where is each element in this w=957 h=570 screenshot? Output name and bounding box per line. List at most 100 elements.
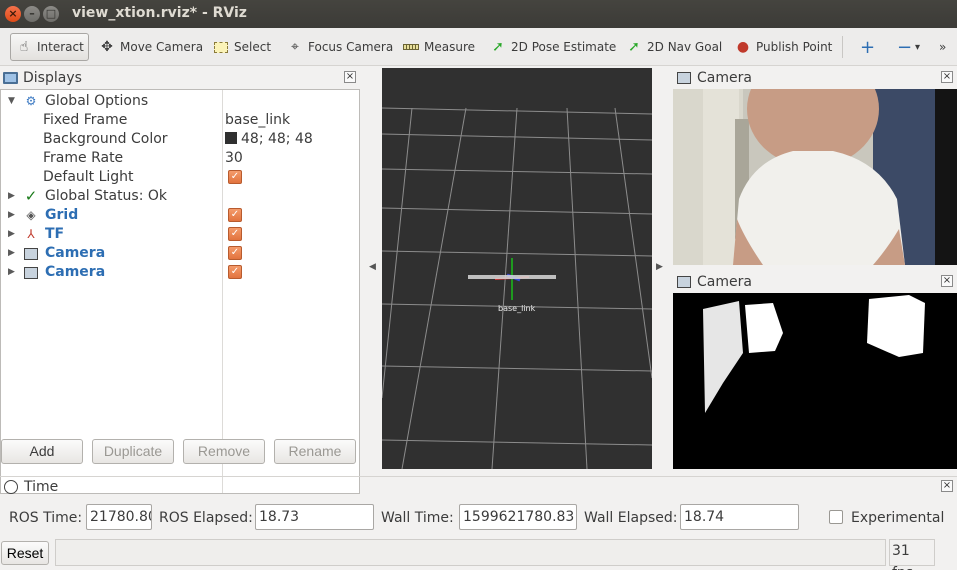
close-icon[interactable]: × — [941, 275, 953, 287]
rename-display-button[interactable]: Rename — [274, 439, 356, 464]
tf-axes-icon: ⅄ — [27, 227, 35, 241]
property-label: Frame Rate — [43, 150, 124, 166]
tree-row-background-color[interactable]: Background Color 48; 48; 48 — [1, 130, 359, 149]
minimize-window-button[interactable]: – — [24, 6, 40, 22]
tf-frame-marker — [468, 258, 556, 300]
tool-label: Focus Camera — [308, 40, 394, 54]
wall-elapsed-field[interactable]: 18.74 — [680, 504, 799, 530]
property-label: Background Color — [43, 131, 168, 147]
tree-label: Camera — [45, 264, 106, 280]
checkbox-checked[interactable]: ✓ — [228, 246, 242, 260]
panel-title: Camera — [697, 70, 752, 86]
chevron-right-icon: » — [939, 40, 947, 54]
property-value[interactable]: 30 — [225, 149, 243, 168]
expand-arrow-icon[interactable]: ▼ — [8, 92, 18, 111]
collapse-arrow-icon[interactable]: ▶ — [8, 263, 18, 282]
tree-row-fixed-frame[interactable]: Fixed Frame base_link — [1, 111, 359, 130]
collapse-right-icon[interactable]: ▶ — [656, 262, 663, 272]
ros-elapsed-field[interactable]: 18.73 — [255, 504, 374, 530]
remove-display-button[interactable]: Remove — [183, 439, 265, 464]
move-camera-tool-button[interactable]: ✥ Move Camera — [94, 33, 207, 61]
tree-row-grid[interactable]: ▶ ◈ Grid ✓ — [1, 206, 359, 225]
displays-panel-header: Displays × — [0, 68, 360, 88]
ros-elapsed-label: ROS Elapsed: — [159, 510, 253, 526]
checkbox-checked[interactable]: ✓ — [228, 227, 242, 241]
select-tool-button[interactable]: Select — [208, 33, 275, 61]
publish-point-tool-button[interactable]: ● Publish Point — [730, 33, 836, 61]
checkmark-icon: ✓ — [24, 187, 38, 205]
measure-tool-button[interactable]: Measure — [398, 33, 479, 61]
duplicate-display-button[interactable]: Duplicate — [92, 439, 174, 464]
plus-icon: + — [860, 36, 876, 58]
checkbox-checked[interactable]: ✓ — [228, 170, 242, 184]
collapse-arrow-icon[interactable]: ▶ — [8, 225, 18, 244]
camera-depth-scene — [673, 293, 957, 469]
property-value[interactable]: base_link — [225, 111, 290, 130]
nav-goal-tool-button[interactable]: ➚ 2D Nav Goal — [621, 33, 726, 61]
tool-label: Measure — [424, 40, 475, 54]
tree-row-frame-rate[interactable]: Frame Rate 30 — [1, 149, 359, 168]
clock-icon — [4, 480, 18, 494]
collapse-left-icon[interactable]: ◀ — [369, 262, 376, 272]
hand-pointer-icon: ☝ — [19, 39, 29, 55]
ros-time-field[interactable]: 21780.80 — [86, 504, 152, 530]
tool-label: Select — [234, 40, 272, 54]
toolbar-separator — [842, 36, 843, 58]
focus-camera-tool-button[interactable]: ⌖ Focus Camera — [282, 33, 397, 61]
close-icon[interactable]: × — [941, 71, 953, 83]
fps-indicator: 31 fps — [889, 539, 935, 570]
tree-label: TF — [45, 226, 65, 242]
property-value[interactable]: 48; 48; 48 — [225, 130, 313, 149]
collapse-arrow-icon[interactable]: ▶ — [8, 206, 18, 225]
checkbox-checked[interactable]: ✓ — [228, 208, 242, 222]
tool-menu-dropdown[interactable]: ▾ — [911, 33, 924, 61]
tool-label: Publish Point — [756, 40, 833, 54]
pose-estimate-tool-button[interactable]: ➚ 2D Pose Estimate — [485, 33, 620, 61]
tree-row-default-light[interactable]: Default Light ✓ — [1, 168, 359, 187]
toolbar-overflow-button[interactable]: » — [935, 33, 950, 61]
render-3d-view[interactable]: base_link — [382, 68, 652, 469]
tree-row-global-options[interactable]: ▼ ⚙ Global Options — [1, 92, 359, 111]
close-icon[interactable]: × — [941, 480, 953, 492]
reset-button[interactable]: Reset — [1, 541, 49, 565]
wall-time-label: Wall Time: — [381, 510, 454, 526]
monitor-icon — [3, 72, 18, 84]
tool-label: 2D Pose Estimate — [511, 40, 617, 54]
tree-row-global-status[interactable]: ▶ ✓ Global Status: Ok — [1, 187, 359, 206]
tool-label: Interact — [37, 40, 84, 54]
maximize-window-button[interactable]: □ — [43, 6, 59, 22]
tool-label: Move Camera — [120, 40, 204, 54]
displays-panel: Displays × ▼ ⚙ Global Options Fixed Fram… — [0, 68, 360, 494]
camera-display-icon — [677, 72, 691, 84]
color-swatch — [225, 132, 237, 144]
tree-label: Camera — [45, 245, 106, 261]
window-title: view_xtion.rviz* - RViz — [72, 5, 247, 21]
tool-label: 2D Nav Goal — [647, 40, 723, 54]
collapse-arrow-icon[interactable]: ▶ — [8, 244, 18, 263]
panel-title: Displays — [23, 70, 82, 86]
move-camera-icon: ✥ — [101, 39, 113, 55]
interact-tool-button[interactable]: ☝ Interact — [10, 33, 89, 61]
panel-title: Camera — [697, 274, 752, 290]
add-display-button[interactable]: Add — [1, 439, 83, 464]
grid-icon: ◈ — [26, 208, 36, 222]
camera-panel-2-header: Camera × — [673, 272, 957, 292]
collapse-arrow-icon[interactable]: ▶ — [8, 187, 18, 206]
add-tool-button[interactable]: + — [856, 33, 879, 61]
minus-icon: − — [897, 36, 913, 58]
checkbox-checked[interactable]: ✓ — [228, 265, 242, 279]
close-window-button[interactable]: × — [5, 6, 21, 22]
wall-time-field[interactable]: 1599621780.83 — [459, 504, 577, 530]
tree-row-camera-1[interactable]: ▶ Camera ✓ — [1, 244, 359, 263]
green-arrow-icon: ➚ — [628, 39, 640, 55]
tool-bar: ☝ Interact ✥ Move Camera Select ⌖ Focus … — [0, 28, 957, 66]
tree-row-tf[interactable]: ▶ ⅄ TF ✓ — [1, 225, 359, 244]
panel-title: Time — [24, 479, 59, 495]
camera-depth-image — [673, 293, 957, 469]
tree-row-camera-2[interactable]: ▶ Camera ✓ — [1, 263, 359, 282]
displays-tree: ▼ ⚙ Global Options Fixed Frame base_link… — [0, 89, 360, 494]
close-icon[interactable]: × — [344, 71, 356, 83]
tree-label: Global Options — [45, 93, 149, 109]
experimental-checkbox[interactable] — [829, 510, 843, 524]
wall-elapsed-label: Wall Elapsed: — [584, 510, 678, 526]
